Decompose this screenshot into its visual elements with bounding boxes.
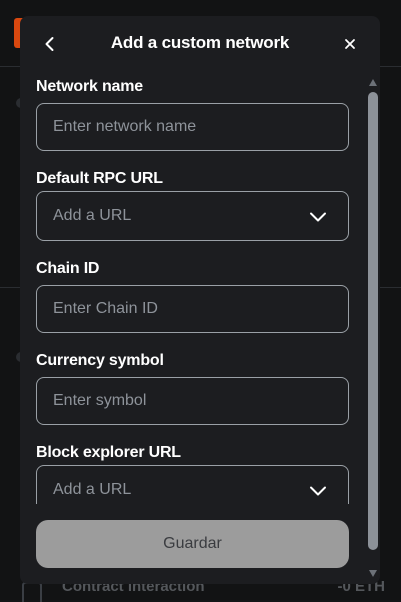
chevron-down-icon[interactable] [308,481,328,501]
rpc-url-dropdown[interactable]: Add a URL [36,191,349,241]
block-explorer-url-label: Block explorer URL [36,444,181,461]
scroll-up-arrow-icon[interactable] [369,79,377,86]
contract-icon [22,582,42,602]
chevron-down-icon[interactable] [308,207,328,227]
chain-id-placeholder: Enter Chain ID [53,300,158,317]
network-name-placeholder: Enter network name [53,118,197,135]
currency-symbol-label: Currency symbol [36,352,164,369]
network-name-label: Network name [36,78,143,95]
form-scrollbar[interactable] [368,76,378,580]
rpc-url-label: Default RPC URL [36,170,163,187]
chain-id-label: Chain ID [36,260,100,277]
block-explorer-url-placeholder: Add a URL [53,481,132,498]
scrollbar-thumb[interactable] [368,92,378,550]
network-form: Network name Enter network name Default … [36,72,349,504]
currency-symbol-placeholder: Enter symbol [53,392,147,409]
close-button[interactable] [338,32,362,56]
rpc-url-placeholder: Add a URL [53,207,132,224]
modal-header: Add a custom network [20,16,380,72]
scroll-down-arrow-icon[interactable] [369,570,377,577]
close-icon [345,39,355,49]
modal-title: Add a custom network [110,33,290,52]
block-explorer-url-dropdown[interactable]: Add a URL [36,465,349,504]
chain-id-input[interactable]: Enter Chain ID [36,285,349,333]
currency-symbol-input[interactable]: Enter symbol [36,377,349,425]
add-network-modal: Add a custom network Network name Enter … [20,16,380,584]
save-button[interactable]: Guardar [36,520,349,568]
network-name-input[interactable]: Enter network name [36,103,349,151]
